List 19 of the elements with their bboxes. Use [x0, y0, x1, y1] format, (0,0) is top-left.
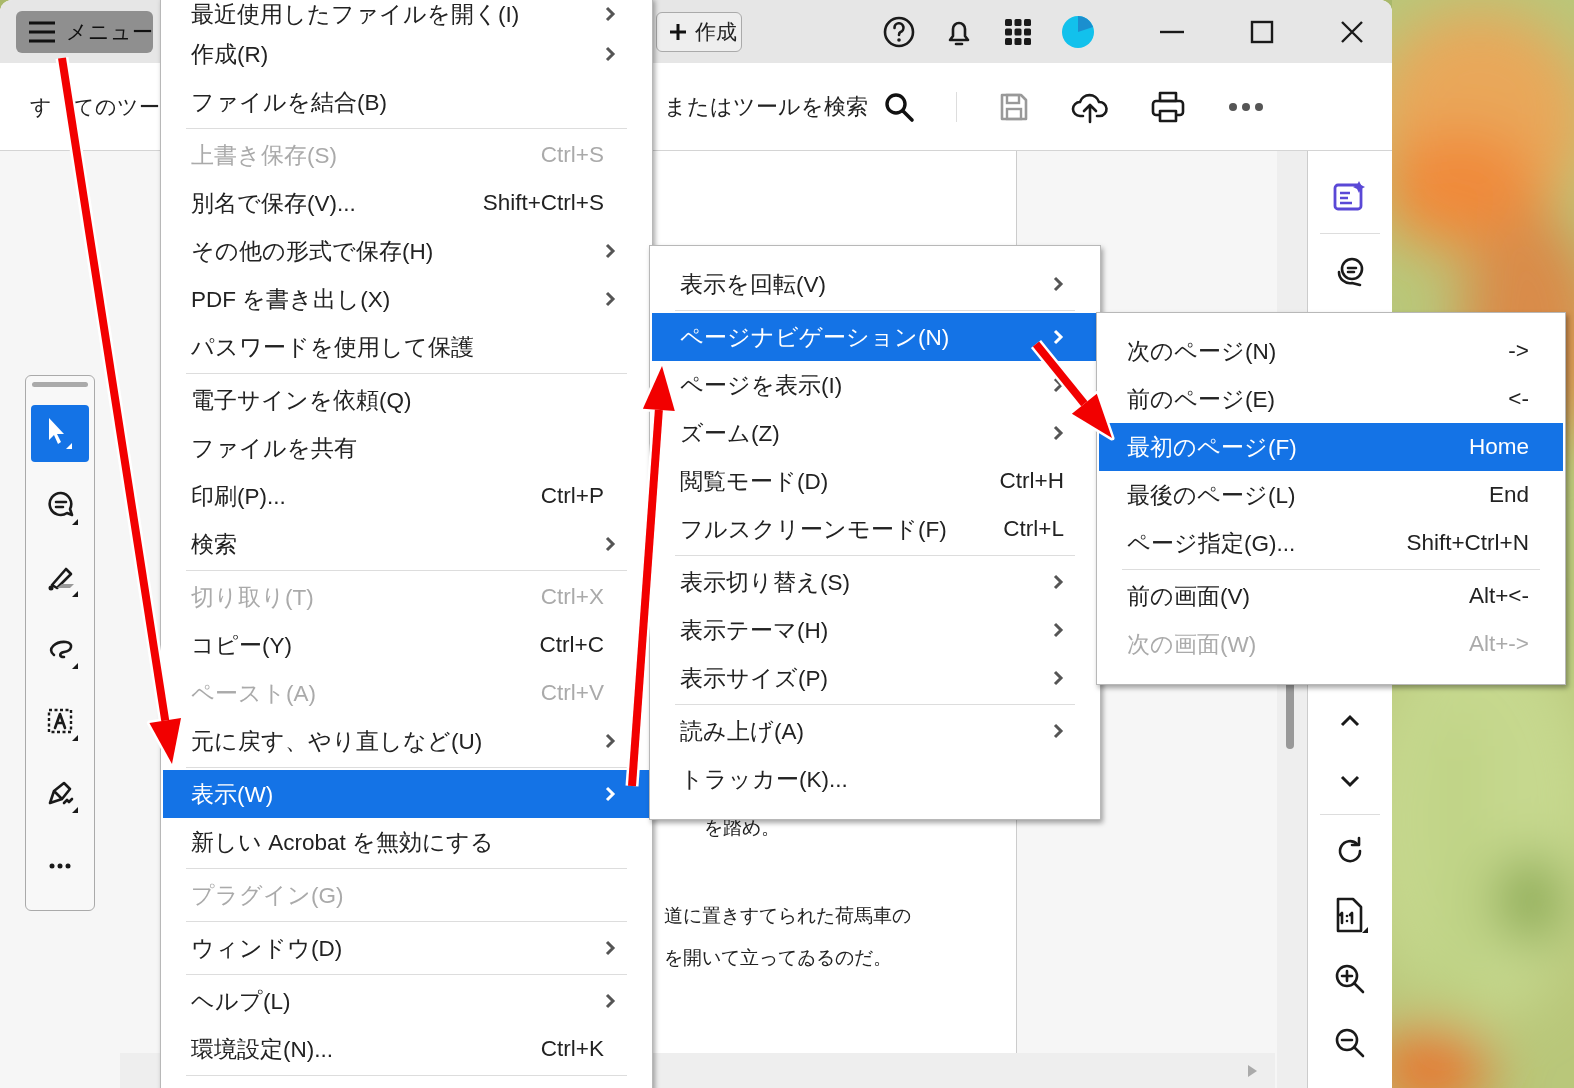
shortcut-text: End [1488, 482, 1529, 508]
shortcut-text: Home [1468, 434, 1529, 460]
document-text: 道に置きすてられた荷馬車の [664, 904, 911, 928]
shortcut-text: Ctrl+V [540, 680, 604, 706]
shortcut-text: Ctrl+H [999, 468, 1064, 494]
shortcut-text: Shift+Ctrl+S [482, 190, 604, 216]
shortcut-text: Ctrl+C [539, 632, 604, 658]
shortcut-text: Ctrl+K [540, 1036, 604, 1062]
shortcut-text: Ctrl+X [540, 584, 604, 610]
shortcut-text: -> [1508, 338, 1529, 364]
document-text: を踏め。 [704, 816, 780, 840]
shortcut-text: Ctrl+L [1003, 516, 1064, 542]
shortcut-text: Ctrl+S [540, 142, 604, 168]
shortcut-text: <- [1508, 386, 1529, 412]
shortcut-text: Alt+-> [1468, 631, 1529, 657]
shortcut-text: Shift+Ctrl+N [1406, 530, 1529, 556]
shortcut-text: Ctrl+P [540, 483, 604, 509]
shortcut-text: Alt+<- [1468, 583, 1529, 609]
document-text: を開いて立ってゐるのだ。 [664, 946, 892, 970]
